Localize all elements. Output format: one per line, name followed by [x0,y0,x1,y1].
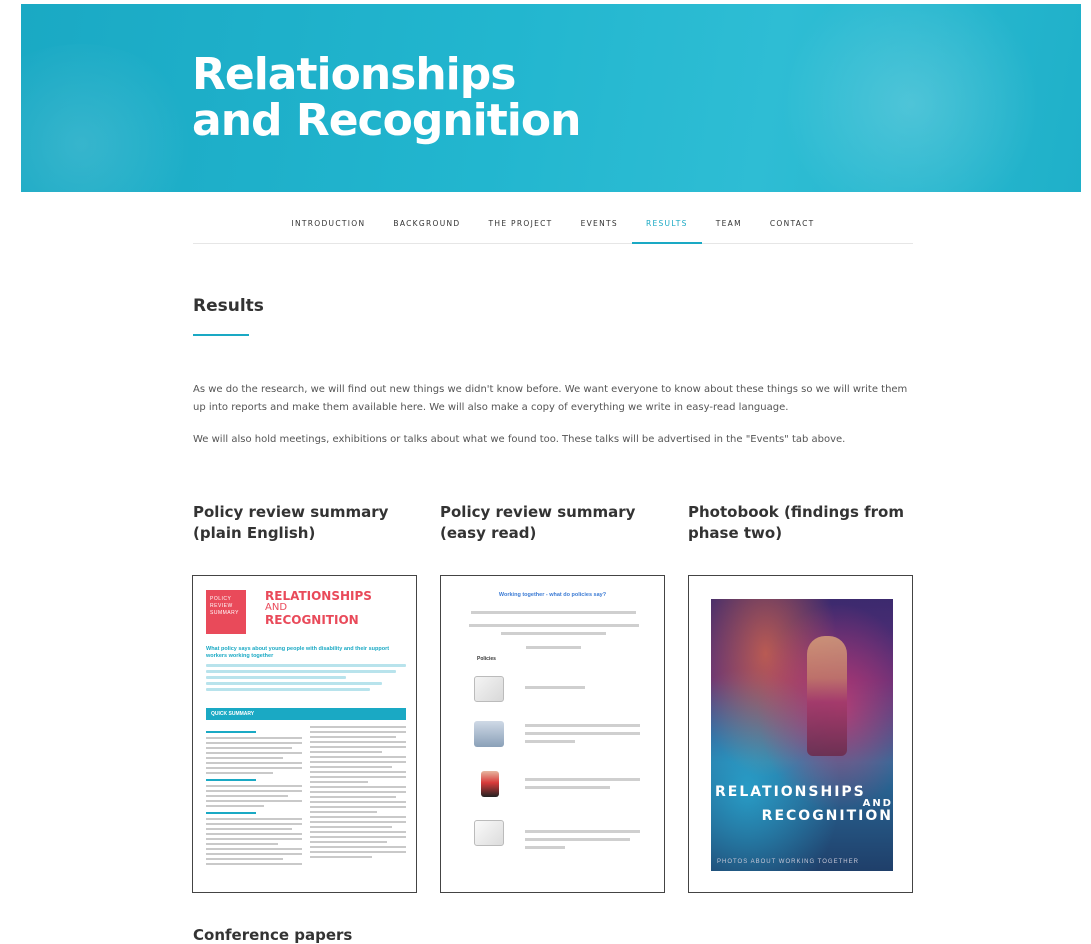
heading-word: RELATIONSHIPS [265,589,372,603]
text-line [525,740,575,743]
quick-summary-bar: QUICK SUMMARY [206,708,406,720]
text-line [525,778,640,781]
thumbnail-easy-read[interactable]: Working together - what do policies say?… [440,575,665,893]
card-title-line: Policy review summary [193,503,389,521]
person-icon [481,771,499,797]
heading-word: RECOGNITION [265,613,359,627]
nav-item-contact[interactable]: CONTACT [756,208,829,244]
card-title-line: Policy review summary [440,503,636,521]
hero-title: Relationships and Recognition [192,52,692,144]
hero-decoration [21,44,201,192]
text-line [525,732,640,735]
card-title-easy-read[interactable]: Policy review summary (easy read) [440,502,670,544]
building-icon [474,721,504,747]
section-label: Policies [477,656,496,662]
thumbnail-question: What policy says about young people with… [206,646,390,659]
text-line [525,686,585,689]
text-line [501,632,606,635]
text-line [525,846,565,849]
text-line [525,830,640,833]
hero-title-line1: Relationships [192,49,516,100]
events-paragraph: We will also hold meetings, exhibitions … [193,434,846,445]
text-line [469,624,639,627]
text-line [525,724,640,727]
title-underline [193,334,249,336]
card-title-photobook[interactable]: Photobook (findings from phase two) [688,502,918,544]
hero-title-line2: and Recognition [192,95,581,146]
hero-decoration [781,4,1041,192]
card-title-line: (easy read) [440,524,537,542]
text-line [525,786,610,789]
cover-word: RECOGNITION [761,808,893,824]
photobook-figure [807,636,847,756]
nav-item-the-project[interactable]: THE PROJECT [475,208,567,244]
text-line [525,838,630,841]
thumbnail-heading: RELATIONSHIPS AND RECOGNITION [265,590,372,626]
nav-item-events[interactable]: EVENTS [567,208,632,244]
clipboard-icon [474,676,504,702]
cover-subtitle: PHOTOS ABOUT WORKING TOGETHER [717,859,859,865]
thumbnail-heading: Working together - what do policies say? [498,592,607,598]
intro-paragraph: As we do the research, we will find out … [193,384,908,413]
card-title-line: phase two) [688,524,783,542]
conference-papers-heading: Conference papers [193,926,353,944]
card-title-line: (plain English) [193,524,316,542]
text-line [471,611,636,614]
photobook-cover-art [711,599,893,871]
text-lines [206,664,406,694]
policy-tag: POLICY REVIEW SUMMARY [206,590,246,634]
text-line [526,646,581,649]
nav-item-results[interactable]: RESULTS [631,208,702,244]
text-column [310,726,406,861]
card-title-plain-english[interactable]: Policy review summary (plain English) [193,502,423,544]
nav-item-introduction[interactable]: INTRODUCTION [277,208,379,244]
hero-banner: Relationships and Recognition [21,4,1081,192]
thumbnail-photobook[interactable]: RELATIONSHIPS AND RECOGNITION PHOTOS ABO… [688,575,913,893]
main-nav: INTRODUCTION BACKGROUND THE PROJECT EVEN… [193,208,913,244]
page-title: Results [193,296,264,316]
nav-item-team[interactable]: TEAM [702,208,756,244]
card-title-line: Photobook (findings from [688,503,904,521]
text-column [206,726,302,868]
nav-item-background[interactable]: BACKGROUND [379,208,474,244]
checklist-icon [474,820,504,846]
thumbnail-plain-english[interactable]: POLICY REVIEW SUMMARY RELATIONSHIPS AND … [192,575,417,893]
policy-tag-text: POLICY REVIEW SUMMARY [210,596,239,616]
